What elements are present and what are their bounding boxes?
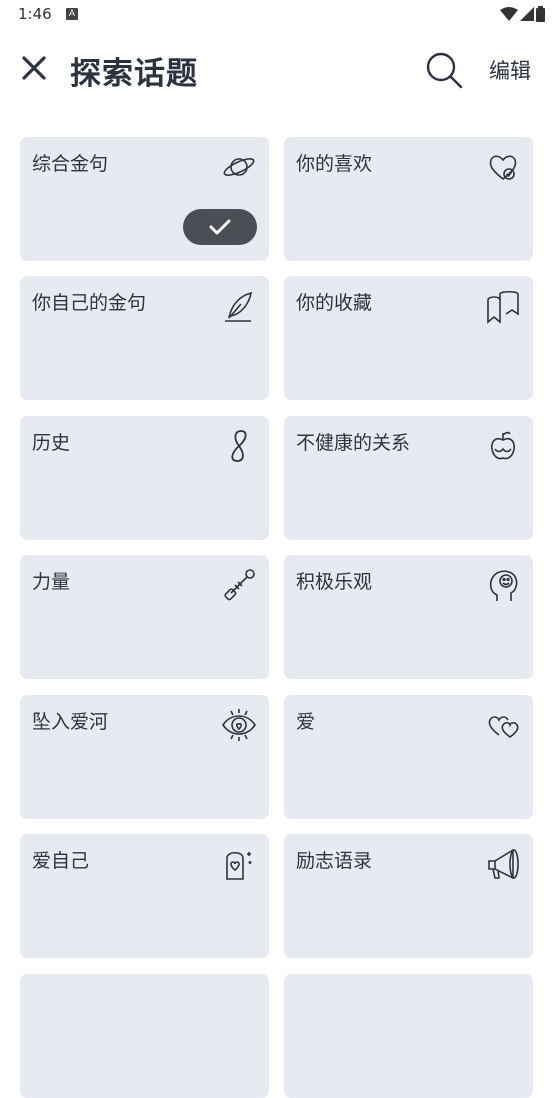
- status-time: 1:46: [18, 5, 52, 23]
- topic-card[interactable]: [284, 974, 533, 1098]
- page-title: 探索话题: [70, 56, 198, 92]
- topic-card[interactable]: 综合金句: [20, 137, 269, 261]
- topic-card[interactable]: 力量: [20, 555, 269, 679]
- topic-label: 你的喜欢: [296, 153, 373, 175]
- topic-card[interactable]: [20, 974, 269, 1098]
- check-icon: [209, 219, 231, 235]
- mirror-heart-icon: [221, 846, 257, 882]
- heart-check-icon: [485, 149, 521, 185]
- topic-label: 爱自己: [32, 850, 90, 872]
- topic-card[interactable]: 积极乐观: [284, 555, 533, 679]
- topic-label: 力量: [32, 571, 71, 593]
- status-icons: [500, 6, 545, 22]
- search-button[interactable]: [424, 50, 464, 90]
- planet-icon: [221, 149, 257, 185]
- two-hearts-icon: [485, 707, 521, 743]
- topic-card[interactable]: 爱: [284, 695, 533, 819]
- dumbbell-icon: [221, 567, 257, 603]
- signal-icon: [520, 7, 534, 21]
- eye-heart-icon: [221, 707, 257, 743]
- status-bar: 1:46 A: [0, 0, 553, 30]
- smiling-head-icon: [485, 567, 521, 603]
- topic-label: 励志语录: [296, 850, 373, 872]
- topic-card[interactable]: 历史: [20, 416, 269, 540]
- topic-label: 不健康的关系: [296, 432, 411, 454]
- wifi-icon: [500, 7, 518, 21]
- bookmark-icon: [485, 288, 521, 324]
- selected-check-button[interactable]: [183, 209, 257, 245]
- topic-label: 坠入爱河: [32, 711, 109, 733]
- topic-card[interactable]: 爱自己: [20, 834, 269, 958]
- topic-card[interactable]: 励志语录: [284, 834, 533, 958]
- topic-label: 积极乐观: [296, 571, 373, 593]
- close-button[interactable]: [18, 52, 50, 84]
- edit-button[interactable]: 编辑: [489, 55, 531, 85]
- rotten-apple-icon: [485, 428, 521, 464]
- topic-card[interactable]: 你的喜欢: [284, 137, 533, 261]
- topic-label: 你的收藏: [296, 292, 373, 314]
- topic-label: 爱: [296, 711, 316, 733]
- topic-card[interactable]: 坠入爱河: [20, 695, 269, 819]
- megaphone-icon: [485, 846, 521, 882]
- infinity-icon: [221, 428, 257, 464]
- app-bar: 探索话题 编辑: [0, 38, 553, 100]
- search-icon: [426, 52, 463, 89]
- notification-icon: A: [66, 8, 78, 20]
- topic-label: 你自己的金句: [32, 292, 147, 314]
- topic-card[interactable]: 你的收藏: [284, 276, 533, 400]
- topic-card[interactable]: 不健康的关系: [284, 416, 533, 540]
- feather-icon: [221, 288, 257, 324]
- topic-card[interactable]: 你自己的金句: [20, 276, 269, 400]
- close-icon: [22, 56, 46, 80]
- battery-icon: [536, 6, 545, 22]
- topic-label: 综合金句: [32, 153, 109, 175]
- topic-label: 历史: [32, 432, 71, 454]
